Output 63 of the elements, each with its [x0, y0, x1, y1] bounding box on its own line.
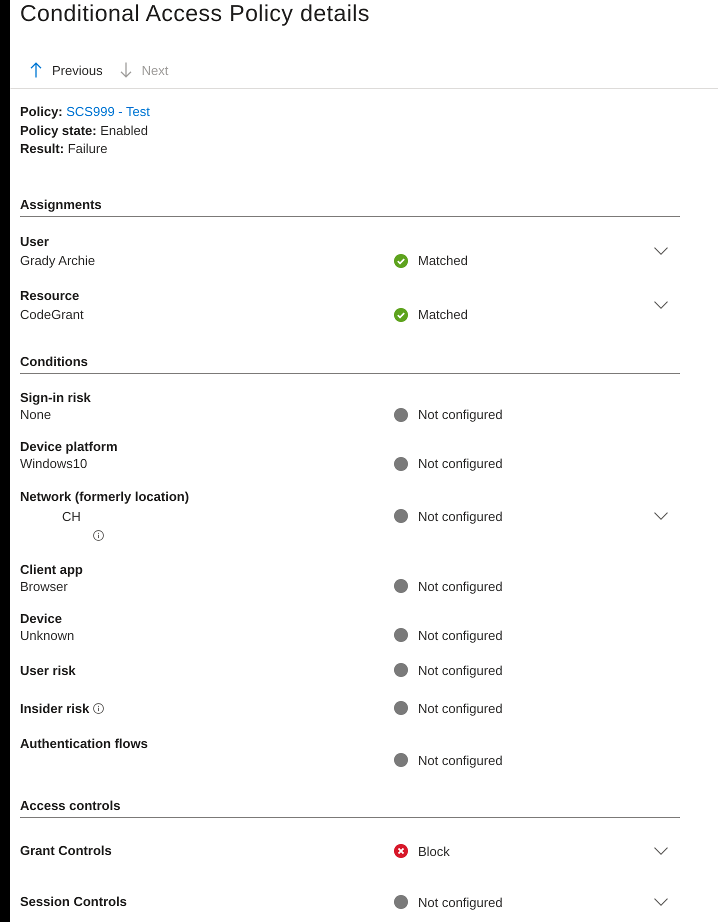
- nav-button[interactable]: Previous: [24, 54, 109, 86]
- status-text: Matched: [418, 307, 468, 322]
- status-text: Not configured: [418, 894, 503, 910]
- status-text: Not configured: [418, 752, 503, 768]
- status-text: Not configured: [418, 456, 503, 471]
- error-circle-icon: [394, 844, 408, 858]
- status-text: Not configured: [418, 508, 503, 524]
- status-text: Not configured: [418, 407, 503, 422]
- info-icon[interactable]: [93, 702, 104, 714]
- condition-value: Grady Archie: [20, 252, 96, 270]
- condition-label: Client app: [20, 560, 83, 578]
- status-dot-icon: [394, 408, 408, 422]
- condition-value: CodeGrant: [20, 306, 84, 324]
- check-circle-icon: [394, 308, 408, 322]
- arrow-up-icon: [30, 62, 42, 78]
- status-text: Not configured: [418, 700, 503, 716]
- condition-label: Session Controls: [20, 893, 127, 912]
- condition-label: User: [20, 232, 49, 250]
- condition-label: User risk: [20, 662, 76, 678]
- status-text: Not configured: [418, 578, 503, 594]
- field-label: Result:: [20, 141, 64, 156]
- chevron-down-icon[interactable]: [654, 847, 668, 855]
- status-dot-icon: [394, 628, 408, 642]
- condition-label: Resource: [20, 286, 80, 304]
- status-dot-icon: [394, 701, 408, 715]
- info-icon[interactable]: [93, 530, 104, 542]
- chevron-down-icon[interactable]: [654, 898, 668, 906]
- status-text: Matched: [418, 253, 468, 268]
- status-text: Block: [418, 844, 450, 858]
- condition-label: Insider risk: [20, 700, 90, 716]
- chevron-down-icon[interactable]: [654, 301, 668, 309]
- field-value: Failure: [68, 141, 108, 156]
- field-label: Policy:: [20, 104, 63, 119]
- field-label: Policy state:: [20, 122, 97, 138]
- status-dot-icon: [394, 579, 408, 593]
- condition-label: Network (formerly location): [20, 488, 190, 506]
- page-title: Conditional Access Policy details: [19, 0, 371, 26]
- condition-label: Authentication flows: [20, 734, 148, 752]
- chevron-down-icon[interactable]: [654, 512, 668, 520]
- chevron-down-icon[interactable]: [654, 247, 668, 255]
- status-dot-icon: [394, 456, 408, 470]
- section-heading: Access controls: [20, 797, 680, 818]
- condition-label: Device platform: [20, 438, 118, 455]
- condition-label: Grant Controls: [20, 842, 112, 860]
- status-dot-icon: [394, 753, 408, 767]
- condition-label: Sign-in risk: [20, 389, 91, 406]
- condition-value: Browser: [20, 578, 68, 594]
- field-value: Enabled: [100, 122, 148, 138]
- status-text: Not configured: [418, 628, 503, 642]
- status-dot-icon: [394, 663, 408, 677]
- status-text: Not configured: [418, 662, 503, 678]
- section-heading: Conditions: [20, 353, 680, 374]
- status-dot-icon: [394, 895, 408, 909]
- arrow-down-icon: [120, 62, 132, 78]
- condition-value: CH: [62, 508, 81, 526]
- condition-value: Windows10: [20, 455, 88, 472]
- policy-link[interactable]: SCS999 - Test: [66, 104, 150, 119]
- condition-value: None: [20, 406, 52, 423]
- condition-label: Device: [20, 610, 62, 626]
- check-circle-icon: [394, 254, 408, 268]
- condition-value: Unknown: [20, 626, 74, 644]
- status-dot-icon: [394, 509, 408, 524]
- section-heading: Assignments: [20, 196, 680, 216]
